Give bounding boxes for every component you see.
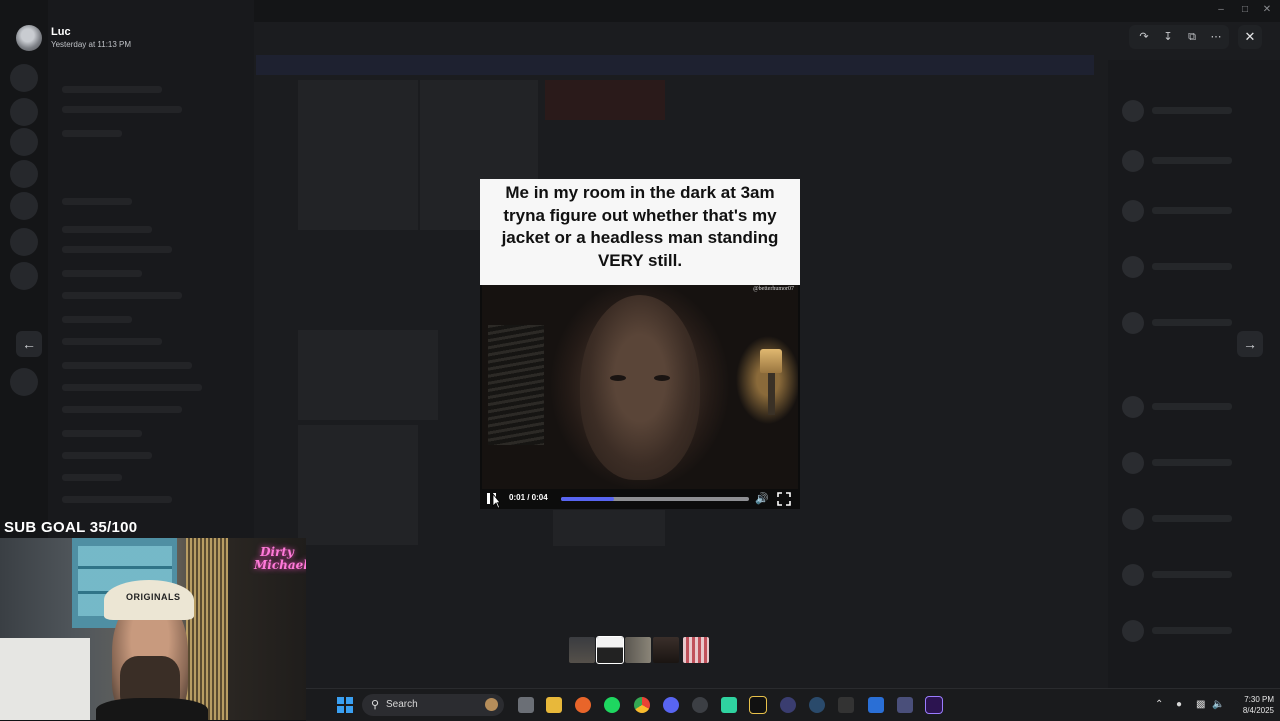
background-thumbnail bbox=[553, 510, 665, 546]
attachment-thumbnail[interactable] bbox=[625, 637, 651, 663]
epic-games-icon[interactable] bbox=[838, 697, 854, 713]
fullscreen-icon[interactable] bbox=[777, 492, 791, 506]
caption-text: Me in my room in the dark at 3am tryna f… bbox=[501, 183, 779, 270]
post-timestamp: Yesterday at 11:13 PM bbox=[51, 40, 132, 49]
author-name[interactable]: Luc bbox=[51, 26, 71, 38]
volume-tray-icon[interactable]: 🔈 bbox=[1212, 699, 1224, 710]
chevron-up-icon[interactable]: ⌃ bbox=[1155, 699, 1163, 710]
clock-date: 8/4/2025 bbox=[1242, 706, 1274, 715]
maximize-icon[interactable]: □ bbox=[1238, 3, 1252, 17]
search-highlight-icon bbox=[485, 698, 498, 711]
windows-start-icon[interactable] bbox=[337, 697, 353, 713]
webcam-feed: Dirty Michael ORIGINALS bbox=[0, 538, 306, 720]
seek-progress bbox=[561, 497, 614, 501]
taskbar-search[interactable]: ⚲ Search bbox=[362, 694, 504, 716]
video-frame[interactable]: @betterhumor07 bbox=[482, 285, 798, 489]
lamp bbox=[760, 349, 782, 373]
background-thumbnail bbox=[298, 425, 418, 545]
obs-icon[interactable] bbox=[780, 697, 796, 713]
webcam-desk bbox=[0, 638, 90, 720]
webcam-tinsel-curtain bbox=[186, 538, 228, 720]
arrow-left-icon[interactable]: ← bbox=[16, 331, 42, 357]
volume-icon[interactable]: 🔊 bbox=[755, 492, 769, 506]
forward-icon[interactable]: ↷ bbox=[1136, 29, 1152, 45]
watermark: @betterhumor07 bbox=[753, 286, 794, 292]
app-icon[interactable] bbox=[868, 697, 884, 713]
avatar[interactable] bbox=[16, 25, 42, 51]
app-icon[interactable] bbox=[897, 697, 913, 713]
viewer-toolbar: ↷ ↧ ⧉ ⋯ bbox=[1129, 25, 1229, 49]
attachment-thumbnail[interactable] bbox=[683, 637, 709, 663]
search-label: Search bbox=[386, 699, 418, 710]
neon-sign: Dirty Michael bbox=[254, 545, 306, 572]
window-close-icon[interactable]: ✕ bbox=[1260, 3, 1274, 17]
download-icon[interactable]: ↧ bbox=[1160, 29, 1176, 45]
microphone-icon[interactable]: ● bbox=[1176, 699, 1182, 710]
firefox-icon[interactable] bbox=[575, 697, 591, 713]
spotify-icon[interactable] bbox=[604, 697, 620, 713]
arrow-right-icon[interactable]: → bbox=[1237, 331, 1263, 357]
discord-icon[interactable] bbox=[663, 697, 679, 713]
search-icon: ⚲ bbox=[371, 699, 380, 711]
minimize-icon[interactable]: – bbox=[1214, 3, 1228, 17]
cap-text: ORIGINALS bbox=[126, 592, 181, 602]
github-icon[interactable] bbox=[692, 697, 708, 713]
app-icon[interactable] bbox=[749, 696, 767, 714]
background-member-list bbox=[1108, 60, 1280, 688]
chrome-icon[interactable] bbox=[634, 697, 650, 713]
attachment-thumbnail[interactable] bbox=[596, 636, 624, 664]
window-blinds bbox=[488, 325, 544, 445]
task-view-icon[interactable] bbox=[518, 697, 534, 713]
seek-bar[interactable] bbox=[561, 497, 749, 501]
taskbar: ⚲ Search ⌃ ● ▩ 🔈 7:30 PM 8/4/2025 bbox=[306, 688, 1280, 721]
time-display: 0:01 / 0:04 bbox=[509, 493, 548, 502]
video-controls: 0:01 / 0:04 🔊 bbox=[480, 489, 800, 509]
meme-caption: Me in my room in the dark at 3am tryna f… bbox=[480, 179, 800, 285]
app-icon[interactable] bbox=[721, 697, 737, 713]
video-player[interactable]: Me in my room in the dark at 3am tryna f… bbox=[480, 179, 800, 509]
background-banner bbox=[256, 55, 1094, 75]
attachment-thumbnail[interactable] bbox=[653, 637, 679, 663]
streamer-shirt bbox=[96, 698, 208, 720]
mouse-cursor-icon bbox=[492, 493, 500, 509]
background-thumbnail bbox=[298, 80, 418, 230]
attachment-thumbnail[interactable] bbox=[569, 637, 595, 663]
background-thumbnail bbox=[545, 80, 665, 120]
more-icon[interactable]: ⋯ bbox=[1208, 29, 1224, 45]
premiere-pro-icon[interactable] bbox=[925, 696, 943, 714]
open-in-browser-icon[interactable]: ⧉ bbox=[1184, 29, 1200, 45]
taskbar-clock[interactable]: 7:30 PM 8/4/2025 bbox=[1232, 694, 1274, 716]
lamp-base bbox=[768, 373, 775, 415]
background-thumbnail bbox=[298, 330, 438, 420]
sub-goal-counter: SUB GOAL 35/100 bbox=[4, 519, 138, 536]
network-icon[interactable]: ▩ bbox=[1196, 699, 1205, 710]
media-author: Luc Yesterday at 11:13 PM bbox=[16, 24, 216, 52]
man-face bbox=[580, 295, 700, 480]
steam-icon[interactable] bbox=[809, 697, 825, 713]
file-explorer-icon[interactable] bbox=[546, 697, 562, 713]
close-icon[interactable]: ✕ bbox=[1238, 25, 1262, 49]
clock-time: 7:30 PM bbox=[1244, 695, 1274, 704]
